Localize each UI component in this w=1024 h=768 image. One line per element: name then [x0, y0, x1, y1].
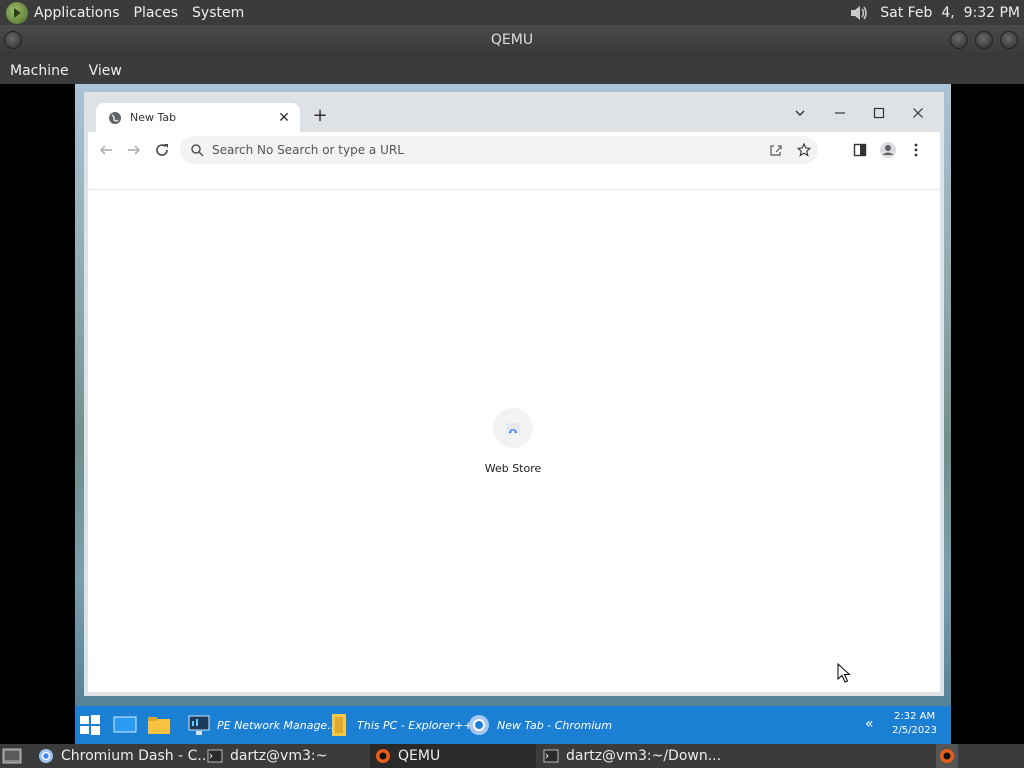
taskbar-item-label: New Tab - Chromium: [497, 718, 613, 732]
taskbar-item-label: dartz@vm3:~/Down...: [566, 748, 722, 764]
menu-system[interactable]: System: [192, 5, 244, 21]
qemu-icon: [376, 749, 390, 763]
side-panel-icon[interactable]: [850, 140, 870, 160]
tab-new-tab[interactable]: New Tab ✕: [96, 103, 300, 132]
tray-overflow-icon[interactable]: «: [865, 716, 874, 732]
maximize-button[interactable]: [975, 31, 993, 49]
chromium-icon: [39, 749, 53, 763]
terminal-icon: [207, 749, 223, 763]
minimize-button[interactable]: [950, 31, 968, 49]
clock[interactable]: Sat Feb 4, 9:32 PM: [880, 5, 1020, 21]
omnibox[interactable]: Search No Search or type a URL: [180, 136, 818, 164]
new-tab-button[interactable]: +: [310, 106, 330, 126]
taskbar-item-explorer[interactable]: This PC - Explorer++: [327, 706, 473, 744]
webstore-icon: [493, 408, 533, 448]
vm-display[interactable]: New Tab ✕ + Search No Search or type a U…: [0, 84, 1024, 744]
windows-desktop[interactable]: New Tab ✕ + Search No Search or type a U…: [75, 84, 951, 744]
gnome-bottom-panel: Chromium Dash - C... dartz@vm3:~ QEMU da…: [0, 744, 1024, 768]
omnibox-input[interactable]: Search No Search or type a URL: [212, 143, 762, 157]
mouse-cursor-icon: [837, 663, 851, 683]
menu-machine[interactable]: Machine: [10, 63, 69, 79]
windows-date: 2/5/2023: [892, 725, 937, 736]
taskbar-item-label: dartz@vm3:~: [230, 748, 328, 764]
menu-applications[interactable]: Applications: [34, 5, 120, 21]
taskbar-item-label: PE Network Manage...: [217, 718, 338, 732]
windows-time: 2:32 AM: [893, 711, 936, 722]
globe-icon: [109, 111, 121, 124]
new-tab-page: Web Store: [88, 190, 940, 692]
gnome-top-panel: Applications Places System Sat Feb 4, 9:…: [0, 0, 1024, 25]
forward-button[interactable]: [124, 140, 144, 160]
workspace-switcher-qemu-icon[interactable]: [936, 744, 958, 768]
window-title: QEMU: [490, 32, 534, 48]
file-explorer-icon[interactable]: [147, 706, 171, 744]
qemu-menubar: Machine View: [0, 57, 1024, 84]
back-button[interactable]: [96, 140, 116, 160]
menu-view[interactable]: View: [89, 63, 122, 79]
taskbar-item-qemu[interactable]: QEMU: [370, 744, 536, 768]
volume-icon[interactable]: [848, 2, 870, 24]
taskbar-item-label: Chromium Dash - C...: [61, 748, 211, 764]
taskbar-item-label: This PC - Explorer++: [357, 718, 473, 732]
taskbar-item-network-manager[interactable]: PE Network Manage...: [187, 706, 338, 744]
explorer-icon: [332, 714, 346, 736]
chromium-window: New Tab ✕ + Search No Search or type a U…: [84, 92, 944, 696]
tab-search-icon[interactable]: [786, 102, 814, 124]
tab-strip: New Tab ✕ +: [88, 96, 940, 132]
taskbar-item-chromium[interactable]: New Tab - Chromium: [467, 706, 612, 744]
shortcut-web-store[interactable]: Web Store: [468, 408, 558, 478]
browser-toolbar: Search No Search or type a URL: [88, 132, 940, 168]
windows-taskbar: PE Network Manage... This PC - Explorer+…: [75, 706, 951, 744]
start-button[interactable]: [79, 706, 101, 744]
profile-icon[interactable]: [878, 140, 898, 160]
gnome-foot-icon[interactable]: [6, 1, 28, 24]
menu-places[interactable]: Places: [134, 5, 179, 21]
minimize-button[interactable]: [826, 102, 854, 124]
close-button[interactable]: [1000, 31, 1018, 49]
taskbar-item-terminal-downloads[interactable]: dartz@vm3:~/Down...: [543, 744, 721, 768]
taskbar-item-terminal-home[interactable]: dartz@vm3:~: [207, 744, 327, 768]
shortcut-label: Web Store: [484, 462, 542, 475]
show-desktop-icon[interactable]: [113, 706, 137, 744]
more-menu-icon[interactable]: [906, 140, 926, 160]
maximize-button[interactable]: [865, 102, 893, 124]
bookmark-star-icon[interactable]: [790, 140, 818, 160]
top-panel-tray: Sat Feb 4, 9:32 PM: [848, 0, 1020, 25]
share-icon[interactable]: [762, 140, 790, 160]
chromium-icon: [469, 715, 489, 735]
tab-title: New Tab: [130, 111, 177, 124]
tab-close-icon[interactable]: ✕: [274, 108, 294, 128]
reload-button[interactable]: [152, 140, 172, 160]
search-icon: [191, 144, 204, 157]
close-button[interactable]: [904, 102, 932, 124]
taskbar-item-chromium-dash[interactable]: Chromium Dash - C...: [38, 744, 211, 768]
windows-clock[interactable]: 2:32 AM 2/5/2023: [892, 710, 937, 738]
top-menu: Applications Places System: [0, 0, 258, 25]
terminal-icon: [543, 749, 559, 763]
qemu-titlebar: QEMU: [0, 25, 1024, 57]
taskbar-item-label: QEMU: [398, 748, 441, 764]
network-manager-icon: [188, 715, 210, 735]
show-desktop-button[interactable]: [2, 744, 22, 768]
